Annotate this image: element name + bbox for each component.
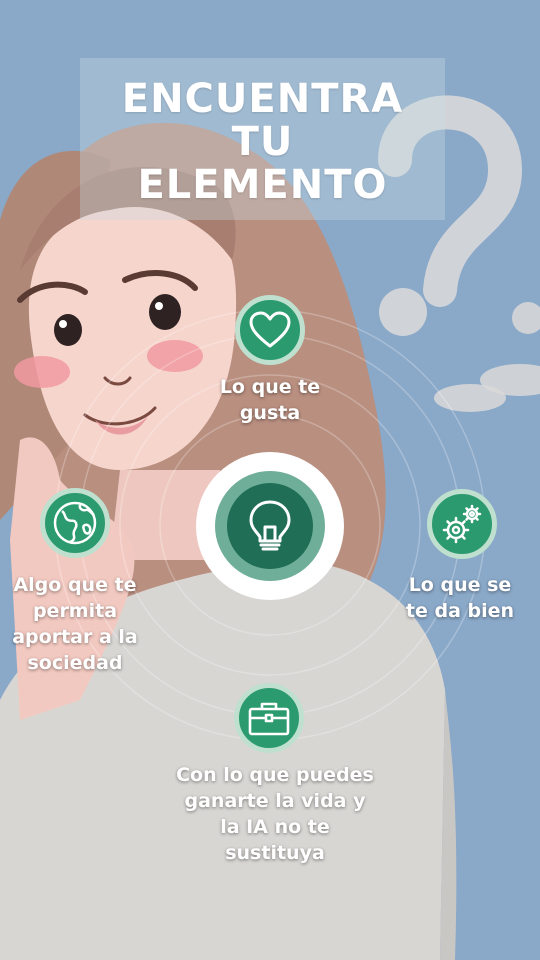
question-dot [379,288,427,336]
center-hub [196,452,344,600]
page-title: ENCUENTRA TU ELEMENTO [80,78,445,207]
label-lo-que-te-gusta: Lo que te gusta [219,376,321,424]
title-line-1: ENCUENTRA [121,76,404,122]
infographic-canvas: ENCUENTRA TU ELEMENTO Lo que te gusta Lo… [0,0,540,960]
gears-icon [427,489,497,559]
label-ganarte-la-vida: Con lo que puedes ganarte la vida y la I… [176,764,374,864]
briefcase-icon [234,683,304,753]
globe-icon [40,488,110,558]
title-line-3: ELEMENTO [137,162,388,208]
label-aportar-a-la-sociedad: Algo que te permita aportar a la socieda… [12,574,138,674]
lightbulb-icon [227,483,313,569]
title-line-2: TU [231,119,294,165]
heart-icon [235,295,305,365]
label-lo-que-se-te-da-bien: Lo que se te da bien [405,574,515,622]
